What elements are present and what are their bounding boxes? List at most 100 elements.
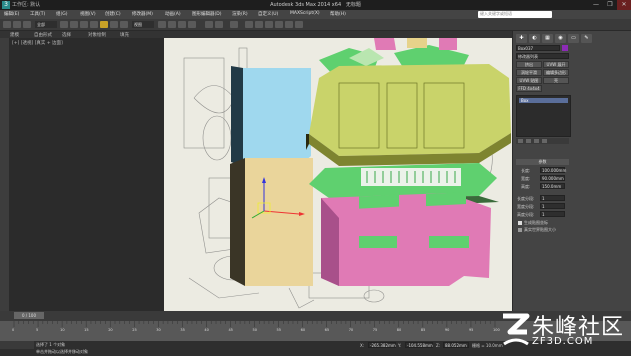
undo-icon[interactable]	[3, 21, 11, 28]
shell-button[interactable]: 壳	[543, 77, 569, 84]
render-teapot-icon[interactable]	[295, 21, 303, 28]
link-icon[interactable]	[23, 21, 31, 28]
menu-maxscript[interactable]: MAXScript(X)	[290, 11, 320, 16]
reference-coord-dropdown[interactable]: 视图	[132, 21, 154, 28]
track-tick-label: 60	[300, 328, 306, 332]
menu-customize[interactable]: 自定义(U)	[258, 11, 278, 17]
width-label: 宽度:	[521, 176, 531, 181]
perspective-viewport[interactable]: [+] [透视] [真实 + 边面]	[9, 38, 512, 311]
modify-tab-icon[interactable]: ◐	[529, 34, 540, 43]
menu-view[interactable]: 视图(V)	[80, 11, 96, 17]
menu-graph-editors[interactable]: 图形编辑器(D)	[192, 11, 221, 17]
window-crossing-icon[interactable]	[90, 21, 98, 28]
real-world-map-label: 真实世界贴图大小	[524, 227, 556, 232]
make-unique-icon[interactable]	[534, 139, 539, 143]
render-setup-icon[interactable]	[275, 21, 283, 28]
angle-snap-icon[interactable]	[178, 21, 186, 28]
menu-animation[interactable]: 动画(A)	[165, 11, 181, 17]
height-segs-label: 高度分段:	[517, 212, 535, 217]
track-tick-label: 55	[276, 328, 282, 332]
selection-status: 选择了 1 个对象	[36, 342, 66, 347]
utilities-tab-icon[interactable]: ✎	[581, 34, 592, 43]
y-coord-field[interactable]: -104.558mm	[405, 342, 433, 348]
uvw-map-button[interactable]: UVW 贴图	[516, 77, 542, 84]
maximize-button[interactable]: ❐	[603, 0, 617, 10]
length-segs-input[interactable]: 1	[540, 195, 565, 201]
real-world-map-checkbox[interactable]	[518, 228, 522, 232]
width-input[interactable]: 90.000mm	[540, 175, 565, 181]
show-end-result-icon[interactable]	[526, 139, 531, 143]
menu-edit[interactable]: 编辑(E)	[4, 11, 19, 17]
length-input[interactable]: 100.000mm	[540, 167, 566, 173]
time-slider[interactable]: 0 / 100	[14, 312, 44, 319]
height-input[interactable]: 150.0mm	[540, 183, 565, 189]
pivot-icon[interactable]	[158, 21, 166, 28]
display-tab-icon[interactable]: ▭	[568, 34, 579, 43]
modifier-list-dropdown[interactable]: 修改器列表	[516, 53, 569, 59]
menu-tools[interactable]: 工具(T)	[30, 11, 45, 17]
width-segs-input[interactable]: 1	[540, 203, 565, 209]
rect-select-icon[interactable]	[80, 21, 88, 28]
menu-create[interactable]: 创建(C)	[105, 11, 121, 17]
hierarchy-tab-icon[interactable]: ▦	[542, 34, 553, 43]
menu-modifiers[interactable]: 修改器(M)	[132, 11, 153, 17]
schematic-icon[interactable]	[255, 21, 263, 28]
percent-snap-icon[interactable]	[188, 21, 196, 28]
left-strip	[0, 38, 9, 311]
minimize-button[interactable]: —	[589, 0, 603, 10]
redo-icon[interactable]	[13, 21, 21, 28]
stack-item-box[interactable]: Box	[519, 98, 568, 103]
close-button[interactable]: ✕	[617, 0, 631, 10]
extrude-button[interactable]: 挤出	[516, 61, 542, 68]
height-segs-input[interactable]: 1	[540, 211, 565, 217]
height-label: 高度:	[521, 184, 531, 189]
pin-stack-icon[interactable]	[518, 139, 523, 143]
curve-editor-icon[interactable]	[245, 21, 253, 28]
search-input[interactable]: 键入关键字或短语	[478, 11, 552, 18]
turbosmooth-button[interactable]: 涡轮平滑	[516, 69, 542, 76]
green-slot-4	[429, 236, 469, 248]
viewport-label[interactable]: [+] [透视] [真实 + 边面]	[12, 40, 63, 46]
mirror-icon[interactable]	[205, 21, 213, 28]
move-icon[interactable]	[100, 21, 108, 28]
edit-poly-button[interactable]: 编辑多边形	[543, 69, 569, 76]
brand-watermark: 朱峰社区 ZF3D.COM	[498, 306, 631, 356]
object-color-swatch[interactable]	[562, 45, 568, 51]
ffd-button[interactable]: FFD 4x4x4	[516, 85, 542, 92]
align-icon[interactable]	[215, 21, 223, 28]
menu-group[interactable]: 组(G)	[56, 11, 68, 17]
maxscript-listener[interactable]	[0, 341, 34, 349]
scene-render[interactable]	[9, 38, 512, 311]
tan-box-side	[230, 158, 245, 286]
gen-mapping-checkbox[interactable]	[518, 221, 522, 225]
create-tab-icon[interactable]: ✚	[516, 34, 527, 43]
select-object-icon[interactable]	[60, 21, 68, 28]
motion-tab-icon[interactable]: ◉	[555, 34, 566, 43]
brand-logo-icon	[503, 313, 530, 346]
track-tick-label: 5	[36, 328, 39, 332]
window-title: Autodesk 3ds Max 2014 x64 无标题	[0, 1, 631, 8]
x-coord-field[interactable]: -265.382mm	[368, 342, 396, 348]
menu-help[interactable]: 帮助(H)	[330, 11, 346, 17]
render-frame-icon[interactable]	[285, 21, 293, 28]
remove-modifier-icon[interactable]	[542, 139, 547, 143]
object-name-field[interactable]: Box037	[516, 45, 560, 51]
menu-rendering[interactable]: 渲染(R)	[232, 11, 248, 17]
snap-icon[interactable]	[168, 21, 176, 28]
search-placeholder: 键入关键字或短语	[480, 11, 512, 16]
uvw-unwrap-button[interactable]: UVW 展开	[543, 61, 569, 68]
scale-icon[interactable]	[120, 21, 128, 28]
brand-url: ZF3D.COM	[532, 336, 594, 347]
parameters-rollout-header[interactable]: 参数	[516, 159, 569, 165]
track-tick-label: 65	[324, 328, 330, 332]
length-label: 长度:	[521, 168, 531, 173]
material-editor-icon[interactable]	[265, 21, 273, 28]
layer-icon[interactable]	[230, 21, 238, 28]
z-coord-field[interactable]: 88.052mm	[443, 342, 469, 348]
track-tick-label: 35	[180, 328, 185, 332]
track-tick-label: 0	[12, 328, 15, 332]
track-tick-label: 90	[444, 328, 450, 332]
select-by-name-icon[interactable]	[70, 21, 78, 28]
rotate-icon[interactable]	[110, 21, 118, 28]
selection-filter-dropdown[interactable]: 全部	[35, 21, 57, 28]
